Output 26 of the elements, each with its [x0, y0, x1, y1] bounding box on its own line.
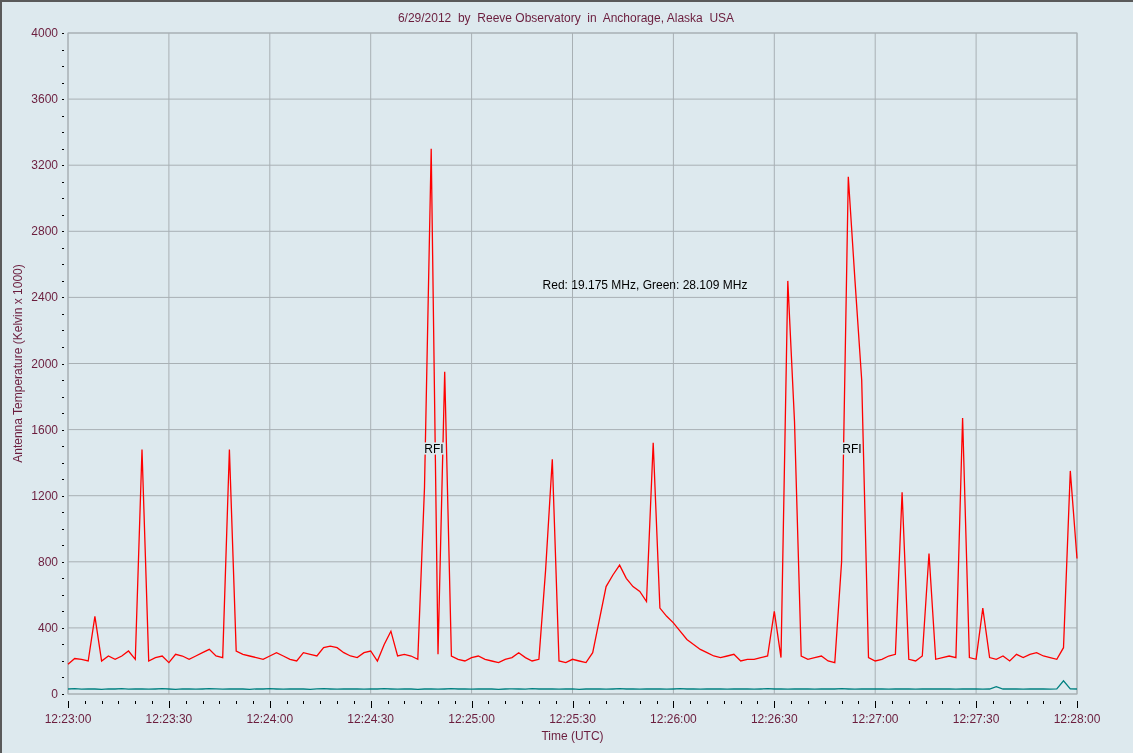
tick-label: 3600 [31, 92, 58, 107]
tick-label: 12:23:00 [44, 712, 92, 726]
tick-label: 12:28:00 [1053, 712, 1101, 726]
chart-title: 6/29/2012 by Reeve Observatory in Anchorage, Alaska USA [397, 11, 735, 25]
x-axis-label: Time (UTC) [541, 729, 604, 743]
tick-label: 2000 [31, 356, 58, 371]
tick-label: 800 [37, 554, 58, 569]
tick-label: 12:24:30 [347, 712, 395, 726]
tick-label: 12:25:30 [549, 712, 596, 726]
tick-label: 0 [51, 687, 58, 701]
tick-label: 12:25:00 [448, 712, 495, 726]
legend-note: Red: 19.175 MHz, Green: 28.109 MHz [542, 278, 748, 292]
tick-label: 4000 [31, 26, 58, 40]
tick-label: 12:26:30 [750, 712, 798, 726]
tick-label: 12:24:00 [246, 712, 294, 726]
y-axis-label: Antenna Temperature (Kelvin x 1000) [11, 264, 25, 463]
tick-label: 2800 [31, 224, 58, 239]
tick-label: 3200 [31, 158, 58, 173]
tick-label: 1200 [31, 488, 58, 503]
tick-label: 2400 [31, 290, 58, 305]
tick-label: 12:27:00 [851, 712, 899, 726]
tick-label: 400 [37, 620, 58, 635]
tick-label: 1600 [31, 422, 58, 437]
tick-label: 12:26:00 [650, 712, 697, 726]
tick-label: 12:23:30 [145, 712, 193, 726]
tick-label: 12:27:30 [952, 712, 1000, 726]
